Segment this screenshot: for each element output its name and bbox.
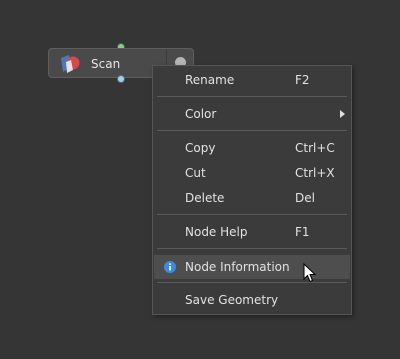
menu-separator bbox=[157, 96, 347, 97]
menu-item-label: Node Information bbox=[185, 260, 290, 274]
info-icon bbox=[164, 261, 176, 273]
menu-item-label: Save Geometry bbox=[185, 293, 279, 307]
menu-item-label: Delete bbox=[185, 191, 225, 205]
menu-item-label: Rename bbox=[185, 73, 235, 87]
menu-separator bbox=[157, 214, 347, 215]
menu-item-color[interactable]: Color bbox=[154, 102, 350, 126]
menu-item-copy[interactable]: Copy Ctrl+C bbox=[154, 136, 350, 160]
menu-item-save-geometry[interactable]: Save Geometry bbox=[154, 288, 350, 312]
menu-item-shortcut: F2 bbox=[295, 73, 310, 87]
mouse-cursor-icon bbox=[303, 263, 317, 283]
menu-item-cut[interactable]: Cut Ctrl+X bbox=[154, 161, 350, 185]
menu-item-shortcut: Ctrl+C bbox=[295, 141, 335, 155]
node-graph-canvas[interactable]: Scan Rename F2 Color Copy Ctrl+C Cut Ctr… bbox=[0, 0, 400, 359]
node-label: Scan bbox=[91, 57, 121, 71]
menu-item-rename[interactable]: Rename F2 bbox=[154, 68, 350, 92]
menu-item-node-information[interactable]: Node Information bbox=[154, 255, 350, 279]
menu-item-label: Copy bbox=[185, 141, 216, 155]
menu-separator bbox=[157, 282, 347, 283]
menu-item-delete[interactable]: Delete Del bbox=[154, 186, 350, 210]
menu-separator bbox=[157, 130, 347, 131]
menu-item-label: Color bbox=[185, 107, 217, 121]
menu-separator bbox=[157, 248, 347, 249]
menu-item-node-help[interactable]: Node Help F1 bbox=[154, 220, 350, 244]
menu-item-shortcut: Ctrl+X bbox=[295, 166, 335, 180]
menu-item-shortcut: Del bbox=[295, 191, 315, 205]
menu-item-label: Cut bbox=[185, 166, 206, 180]
submenu-arrow-icon bbox=[340, 110, 345, 118]
menu-item-label: Node Help bbox=[185, 225, 248, 239]
scan-node-icon bbox=[61, 55, 80, 73]
node-context-menu: Rename F2 Color Copy Ctrl+C Cut Ctrl+X D… bbox=[152, 65, 352, 315]
node-output-port[interactable] bbox=[117, 75, 125, 83]
menu-item-shortcut: F1 bbox=[295, 225, 310, 239]
